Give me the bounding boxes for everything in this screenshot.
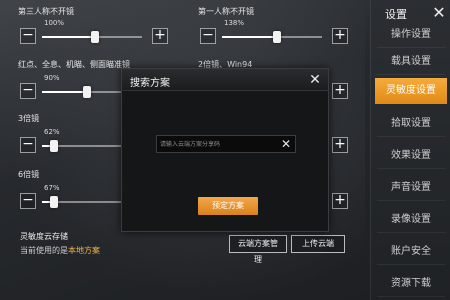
slider-value: 90%: [44, 74, 60, 82]
settings-sidebar: 设置 ✕ 操作设置 载具设置 灵敏度设置 拾取设置 效果设置 声音设置 录像设置…: [370, 0, 450, 300]
slider-value: 138%: [224, 19, 245, 27]
decrease-button[interactable]: −: [20, 193, 36, 209]
decrease-button[interactable]: −: [20, 137, 36, 153]
sidebar-item-pickup[interactable]: 拾取设置: [377, 111, 445, 137]
increase-button[interactable]: +: [332, 83, 348, 99]
cloud-storage-title: 灵敏度云存储: [20, 232, 68, 241]
confirm-scheme-button[interactable]: 预定方案: [198, 197, 258, 215]
sidebar-item-sound[interactable]: 声音设置: [377, 175, 445, 201]
sidebar-item-controls[interactable]: 操作设置: [377, 22, 445, 48]
slider-handle[interactable]: [273, 31, 281, 43]
increase-button[interactable]: +: [332, 137, 348, 153]
close-icon[interactable]: ✕: [306, 70, 324, 90]
slider-value: 67%: [44, 184, 60, 192]
share-code-input[interactable]: [160, 136, 278, 152]
dialog-title: 搜索方案: [130, 78, 170, 89]
slider-title: 第三人称不开镜: [18, 7, 74, 16]
decrease-button[interactable]: −: [20, 28, 36, 44]
slider-handle[interactable]: [50, 196, 58, 208]
slider-handle[interactable]: [83, 86, 91, 98]
increase-button[interactable]: +: [332, 193, 348, 209]
sidebar-item-resource-download[interactable]: 资源下载: [377, 271, 445, 297]
cloud-current-scheme: 当前使用的是本地方案: [20, 245, 100, 256]
slider-handle[interactable]: [50, 140, 58, 152]
search-scheme-dialog: 搜索方案 ✕ ✕ 预定方案: [121, 68, 329, 232]
clear-icon[interactable]: ✕: [279, 136, 293, 152]
sidebar-item-vehicle[interactable]: 载具设置: [377, 49, 445, 75]
sidebar-item-replay[interactable]: 录像设置: [377, 207, 445, 233]
slider-title: 6倍镜: [18, 170, 40, 179]
decrease-button[interactable]: −: [20, 83, 36, 99]
slider-track[interactable]: [42, 31, 142, 43]
slider-handle[interactable]: [90, 31, 99, 43]
increase-button[interactable]: +: [152, 28, 168, 44]
slider-title: 3倍镜: [18, 114, 40, 123]
sidebar-item-account-security[interactable]: 账户安全: [377, 239, 445, 265]
upload-cloud-button[interactable]: 上传云端: [291, 235, 345, 253]
slider-value: 100%: [44, 19, 65, 27]
sidebar-item-sensitivity[interactable]: 灵敏度设置: [375, 78, 447, 104]
sidebar-item-effects[interactable]: 效果设置: [377, 143, 445, 169]
close-icon[interactable]: ✕: [429, 3, 449, 23]
slider-title: 红点、全息、机瞄、侧面瞄准镜: [18, 60, 130, 69]
share-code-field[interactable]: ✕: [156, 135, 296, 153]
cloud-manage-button[interactable]: 云端方案管理: [229, 235, 287, 264]
increase-button[interactable]: +: [332, 28, 348, 44]
slider-title: 第一人称不开镜: [198, 7, 254, 16]
decrease-button[interactable]: −: [200, 28, 216, 44]
slider-value: 62%: [44, 128, 60, 136]
current-scheme-value[interactable]: 本地方案: [68, 246, 100, 255]
sidebar-title: 设置: [385, 8, 407, 21]
current-prefix: 当前使用的是: [20, 246, 68, 255]
dialog-header: 搜索方案 ✕: [122, 69, 328, 91]
slider-track[interactable]: [222, 31, 322, 43]
